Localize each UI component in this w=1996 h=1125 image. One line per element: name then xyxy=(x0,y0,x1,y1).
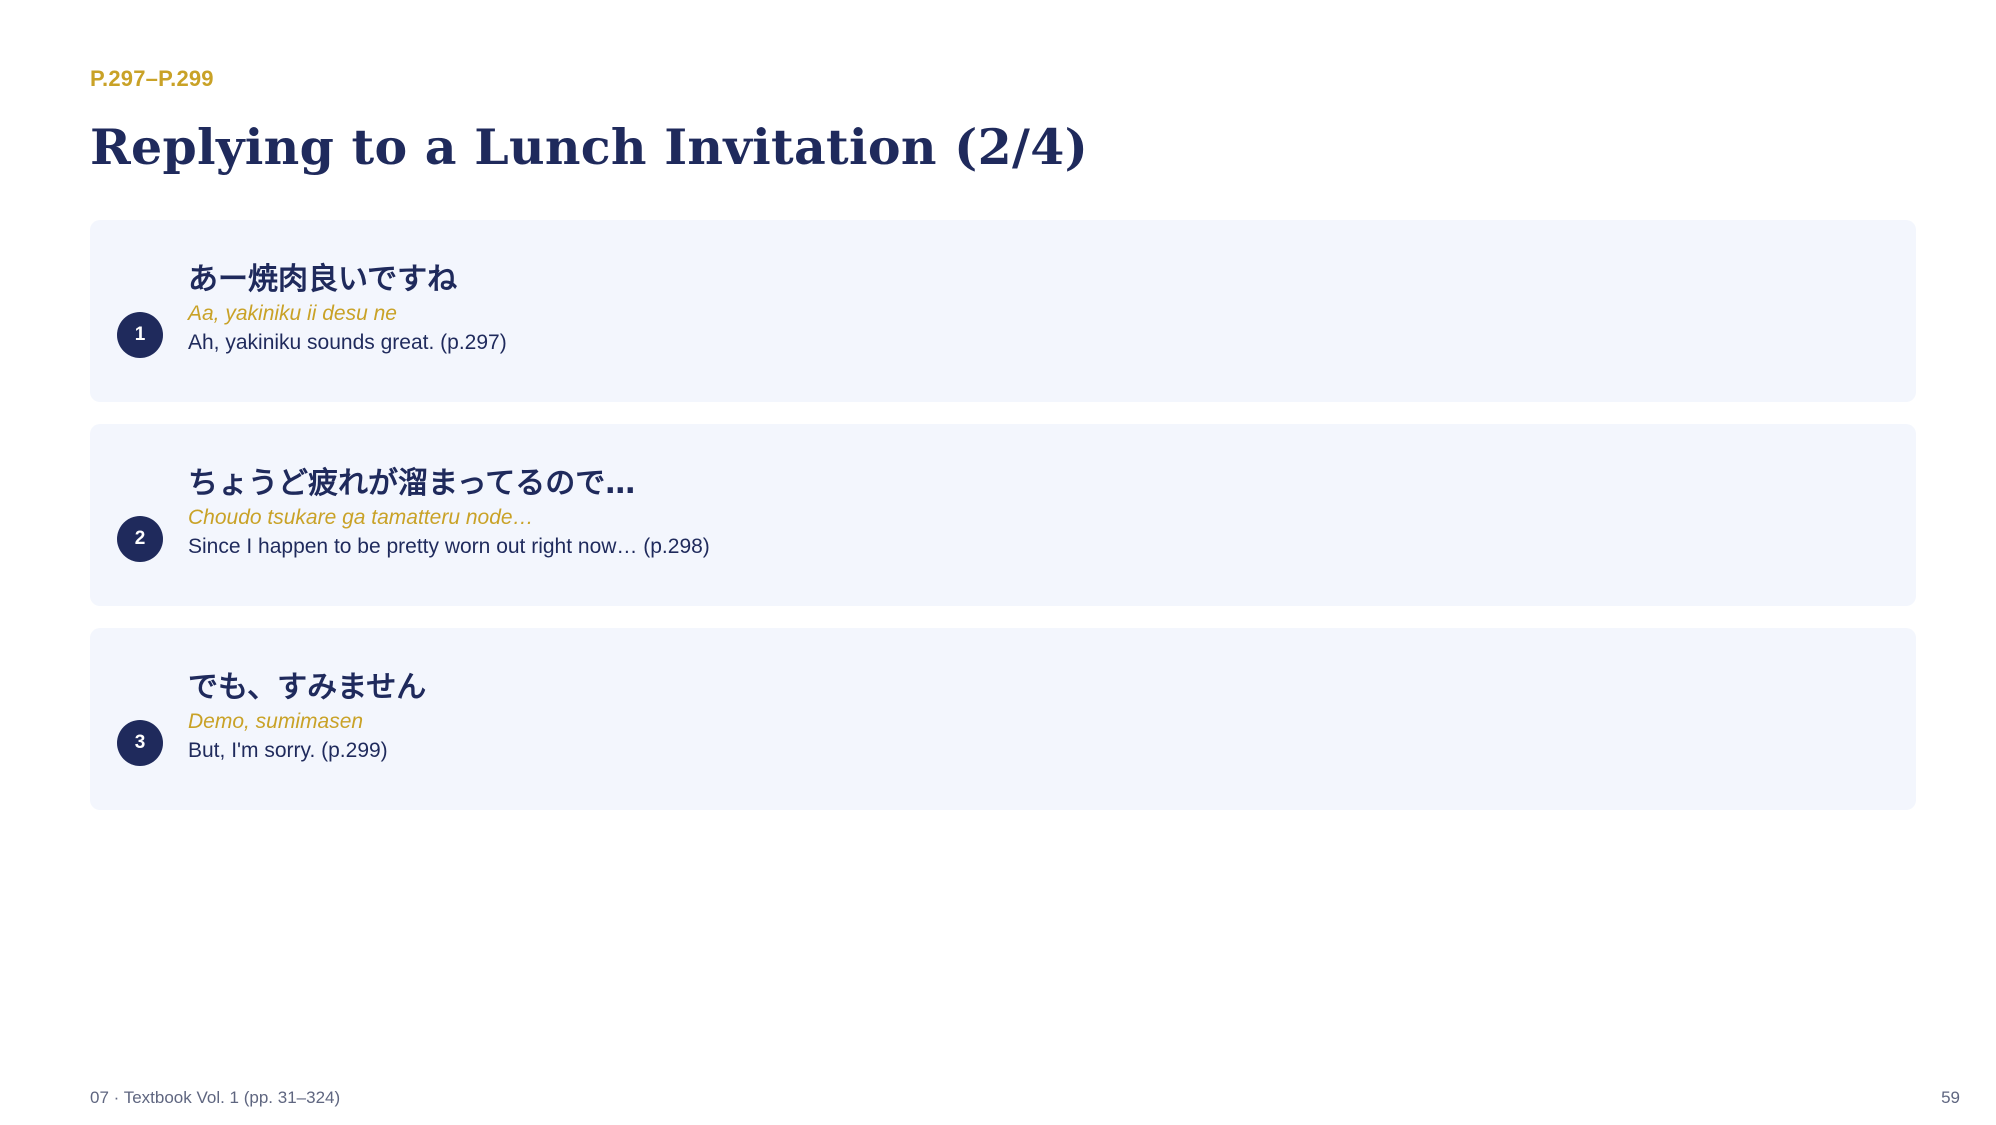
japanese-phrase: ちょうど疲れが溜まってるので… xyxy=(188,466,636,501)
phrase-text: でも、すみません Demo, sumimasen But, I'm sorry.… xyxy=(188,668,426,766)
phrase-card: 3 でも、すみません Demo, sumimasen But, I'm sorr… xyxy=(90,628,1916,810)
english-translation: But, I'm sorry. (p.299) xyxy=(188,739,388,762)
romaji-reading: Demo, sumimasen xyxy=(188,710,364,733)
english-translation: Ah, yakiniku sounds great. (p.297) xyxy=(188,331,507,354)
phrase-text: ちょうど疲れが溜まってるので… Choudo tsukare ga tamatt… xyxy=(188,464,710,562)
page-number: 59 xyxy=(1941,1088,1960,1107)
page-range: P.297–P.299 xyxy=(90,66,214,91)
page-title: Replying to a Lunch Invitation (2/4) xyxy=(90,118,1089,176)
phrase-card: 1 あー焼肉良いですね Aa, yakiniku ii desu ne Ah, … xyxy=(90,220,1916,402)
number-badge: 2 xyxy=(117,516,163,562)
phrase-list: 1 あー焼肉良いですね Aa, yakiniku ii desu ne Ah, … xyxy=(90,220,1916,832)
english-translation: Since I happen to be pretty worn out rig… xyxy=(188,535,710,558)
japanese-phrase: でも、すみません xyxy=(188,670,427,705)
footer-source: 07 · Textbook Vol. 1 (pp. 31–324) xyxy=(90,1088,341,1107)
romaji-reading: Choudo tsukare ga tamatteru node… xyxy=(188,506,534,529)
romaji-reading: Aa, yakiniku ii desu ne xyxy=(188,302,397,325)
phrase-text: あー焼肉良いですね Aa, yakiniku ii desu ne Ah, ya… xyxy=(188,260,507,358)
phrase-card: 2 ちょうど疲れが溜まってるので… Choudo tsukare ga tama… xyxy=(90,424,1916,606)
japanese-phrase: あー焼肉良いですね xyxy=(188,262,458,297)
number-badge: 3 xyxy=(117,720,163,766)
number-badge: 1 xyxy=(117,312,163,358)
